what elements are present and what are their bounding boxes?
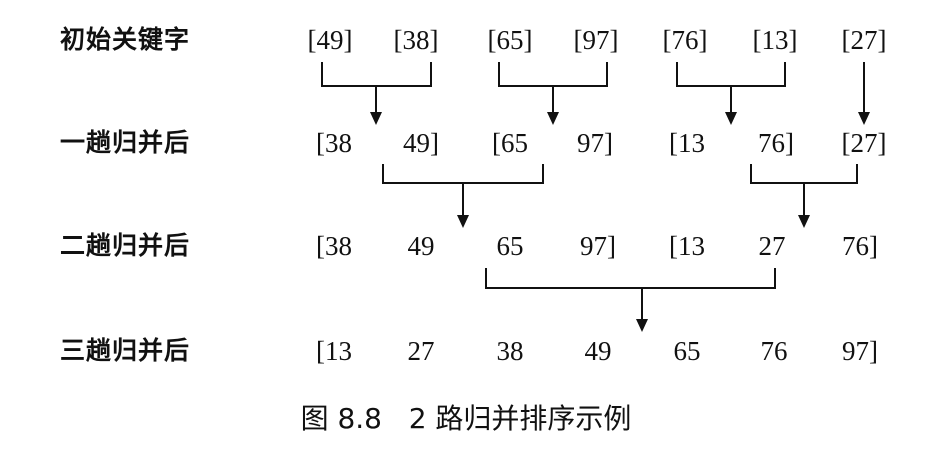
merge-bracket-49-38 bbox=[321, 62, 432, 125]
merge-sort-diagram: 初始关键字 [49] [38] [65] [97] [76] [13] [27]… bbox=[0, 0, 932, 452]
merge-arrow-27 bbox=[858, 62, 870, 125]
merge-bracket-65-97 bbox=[498, 62, 608, 125]
figure-caption: 图 8.8 2 路归并排序示例 bbox=[300, 402, 632, 435]
merge-connectors bbox=[321, 62, 870, 332]
merge-bracket-pass3 bbox=[485, 268, 776, 332]
merge-bracket-pass2-left bbox=[382, 164, 544, 228]
merge-bracket-pass2-right bbox=[750, 164, 858, 228]
merge-bracket-76-13 bbox=[676, 62, 786, 125]
